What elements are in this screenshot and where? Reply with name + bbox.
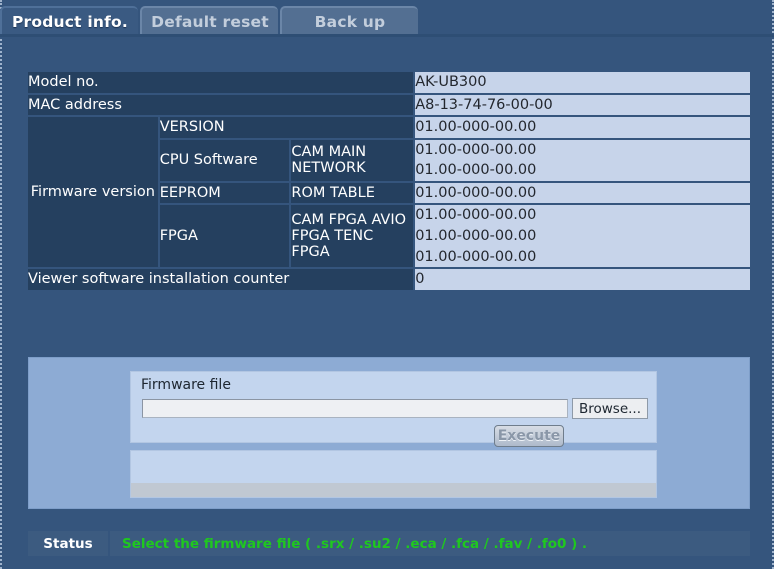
tab-product-info-label: Product info.: [11, 13, 128, 31]
product-info-table: Model no. AK-UB300 MAC address A8-13-74-…: [28, 70, 750, 292]
firmware-sub-cam-fpga: CAM FPGA: [291, 212, 367, 229]
tab-bar-underline: [0, 34, 774, 37]
viewer-counter-label: Viewer software installation counter: [28, 269, 416, 290]
firmware-value-network: 01.00-000-00.00: [415, 162, 537, 179]
firmware-group-cpu-software: CPU Software: [159, 139, 292, 181]
firmware-value-cpu-software: 01.00-000-00.00 01.00-000-00.00: [415, 139, 750, 181]
firmware-value-avio-fpga: 01.00-000-00.00: [415, 228, 537, 245]
firmware-value-version: 01.00-000-00.00: [415, 117, 750, 138]
execute-button-label: Execute: [497, 428, 561, 444]
firmware-value-tenc-fpga: 01.00-000-00.00: [415, 248, 537, 265]
firmware-sub-cam-main: CAM MAIN: [291, 144, 367, 161]
firmware-sub-rom-table: ROM TABLE: [291, 182, 416, 204]
firmware-version-label: Firmware version: [28, 117, 160, 268]
firmware-value-cam-main: 01.00-000-00.00: [415, 141, 537, 158]
tab-back-up[interactable]: Back up: [280, 6, 418, 36]
tab-bar: Product info. Default reset Back up: [0, 0, 774, 36]
table-row-mac: MAC address A8-13-74-76-00-00: [28, 94, 750, 116]
status-label: Status: [28, 531, 108, 556]
table-row-firmware-version: Firmware version VERSION 01.00-000-00.00: [28, 117, 750, 268]
browse-button-label: Browse...: [578, 400, 642, 417]
firmware-sub-network: NETWORK: [291, 160, 366, 177]
tab-back-up-label: Back up: [314, 13, 386, 31]
table-row-viewer-counter: Viewer software installation counter 0: [28, 269, 750, 290]
firmware-sub-cpu-software: CAM MAIN NETWORK: [291, 139, 416, 181]
firmware-group-eeprom: EEPROM: [159, 182, 292, 204]
firmware-sub-fpga: CAM FPGA AVIO FPGA TENC FPGA: [291, 205, 416, 268]
firmware-file-label: Firmware file: [141, 377, 231, 393]
firmware-value-eeprom: 01.00-000-00.00: [415, 182, 750, 204]
firmware-group-fpga: FPGA: [159, 205, 292, 268]
tab-product-info[interactable]: Product info.: [0, 6, 138, 36]
status-message: Select the firmware file ( .srx / .su2 /…: [110, 531, 750, 556]
execute-button[interactable]: Execute: [494, 425, 564, 447]
viewer-counter-value: 0: [415, 269, 750, 290]
firmware-value-fpga: 01.00-000-00.00 01.00-000-00.00 01.00-00…: [415, 205, 750, 268]
tab-default-reset[interactable]: Default reset: [140, 6, 278, 36]
firmware-update-panel: Firmware file Browse... Execute: [28, 357, 750, 509]
status-bar: Status Select the firmware file ( .srx /…: [28, 531, 750, 556]
firmware-file-section: Firmware file Browse... Execute: [130, 371, 657, 447]
tab-default-reset-label: Default reset: [151, 13, 269, 31]
model-label: Model no.: [28, 72, 416, 93]
mac-value: A8-13-74-76-00-00: [415, 94, 750, 116]
firmware-value-cam-fpga: 01.00-000-00.00: [415, 207, 537, 224]
firmware-group-version: VERSION: [159, 117, 416, 138]
mac-label: MAC address: [28, 94, 416, 116]
model-value: AK-UB300: [415, 72, 750, 93]
firmware-progress-area: [130, 450, 657, 498]
firmware-file-input[interactable]: [142, 399, 568, 418]
browse-button[interactable]: Browse...: [572, 398, 648, 419]
firmware-progress-bar: [131, 483, 656, 497]
table-row-model: Model no. AK-UB300: [28, 72, 750, 93]
